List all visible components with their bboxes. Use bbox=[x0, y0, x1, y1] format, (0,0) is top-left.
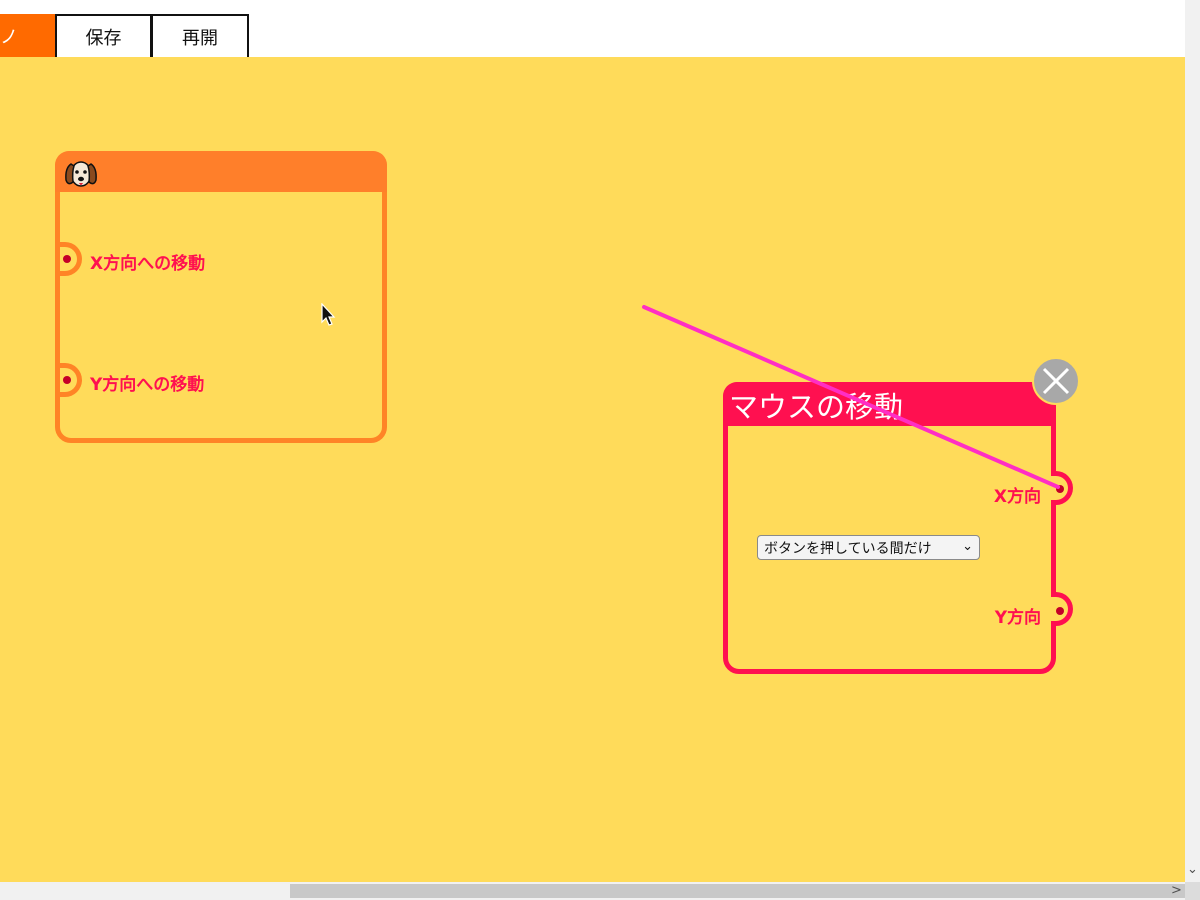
tab-resume[interactable]: 再開 bbox=[151, 14, 249, 57]
mouse-pointer-icon bbox=[321, 303, 336, 326]
connection-wire-layer bbox=[642, 305, 1060, 489]
tab-mono-label: モノ bbox=[0, 26, 18, 48]
tab-resume-label: 再開 bbox=[182, 27, 218, 49]
horizontal-scroll-thumb[interactable] bbox=[290, 884, 1185, 898]
connection-wire[interactable] bbox=[642, 305, 1060, 489]
tab-save-label: 保存 bbox=[85, 27, 122, 49]
vertical-scrollbar[interactable]: ⌄ bbox=[1185, 0, 1200, 882]
tab-bar: モノ 保存 再開 bbox=[0, 0, 1185, 57]
horizontal-scrollbar[interactable] bbox=[0, 882, 1185, 900]
scrollbar-corner: > bbox=[1171, 882, 1200, 900]
close-block-button[interactable] bbox=[1032, 357, 1080, 405]
close-icon bbox=[1042, 367, 1070, 395]
scroll-right-arrow-icon[interactable]: > bbox=[1171, 883, 1182, 898]
tab-save[interactable]: 保存 bbox=[55, 14, 152, 57]
scroll-down-arrow-icon[interactable]: ⌄ bbox=[1187, 862, 1198, 877]
tab-mono[interactable]: モノ bbox=[0, 14, 55, 57]
block-canvas[interactable]: X方向への移動 Y方向への移動 マウスの移動 X方向 Y方向 ボタンを押している… bbox=[0, 57, 1185, 882]
